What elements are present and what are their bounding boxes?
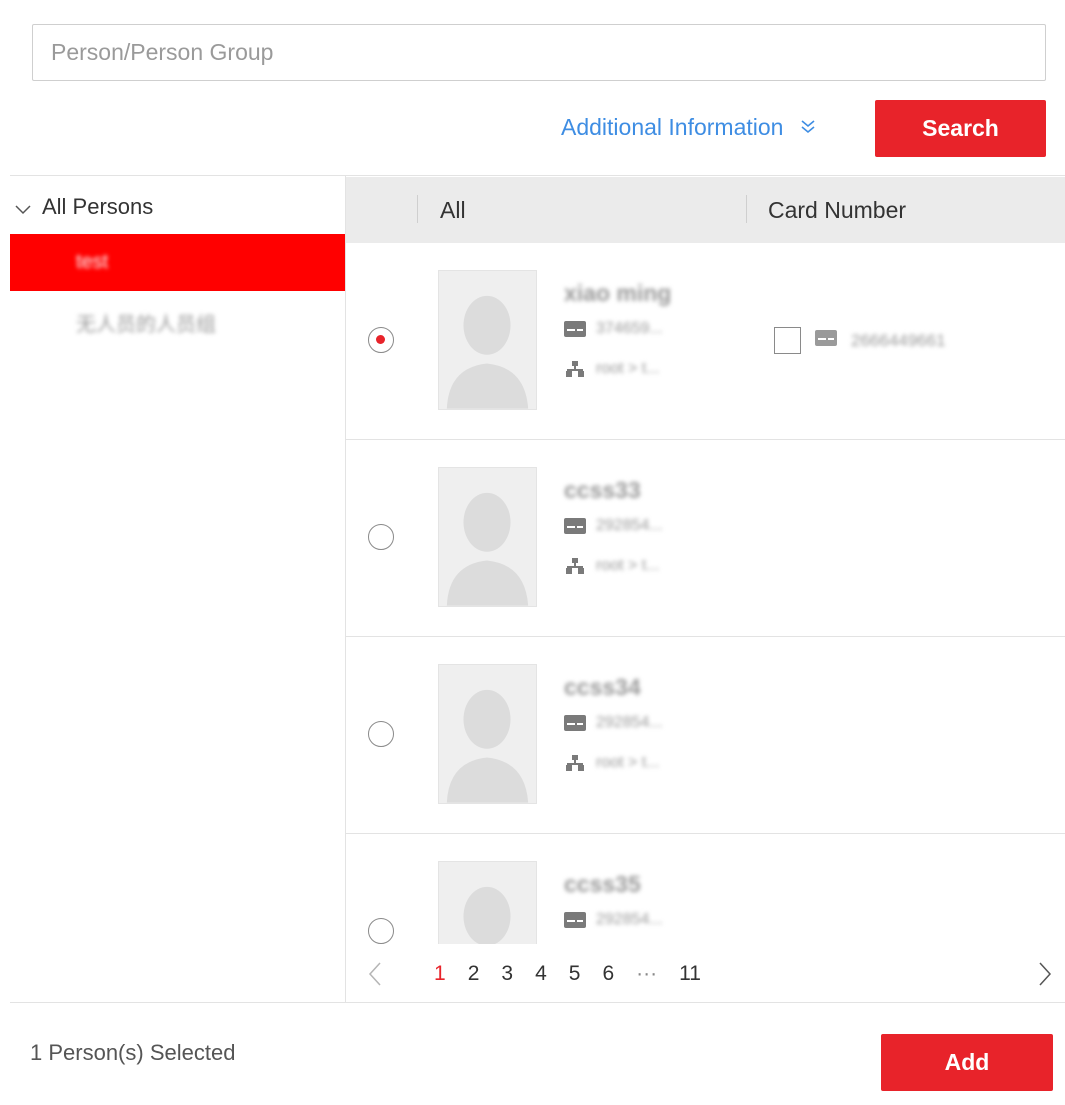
tree-item-test[interactable]: test	[10, 234, 345, 291]
person-id: 292854...	[596, 911, 663, 928]
id-card-icon	[564, 912, 586, 928]
page-5[interactable]: 5	[569, 962, 581, 986]
organization-icon	[564, 755, 586, 771]
page-4[interactable]: 4	[535, 962, 547, 986]
table-row[interactable]: xiao ming 374659... root > t... 26664496…	[346, 243, 1065, 440]
table-row[interactable]: ccss34 292854... root > t...	[346, 637, 1065, 834]
avatar	[438, 467, 537, 607]
card-icon	[815, 330, 837, 351]
person-name: xiao ming	[564, 280, 672, 306]
page-11[interactable]: 11	[679, 962, 701, 986]
additional-information-label: Additional Information	[561, 113, 784, 140]
row-radio[interactable]	[368, 721, 394, 747]
person-org-path: root > t...	[596, 360, 660, 377]
person-name: ccss34	[564, 674, 641, 700]
tree-item-label: 无人员的人员组	[76, 314, 216, 336]
page-3[interactable]: 3	[501, 962, 513, 986]
person-id: 292854...	[596, 517, 663, 534]
id-card-icon	[564, 321, 586, 337]
table-header: All Card Number	[346, 177, 1065, 243]
person-list[interactable]: xiao ming 374659... root > t... 26664496…	[346, 243, 1065, 944]
row-radio[interactable]	[368, 524, 394, 550]
person-id: 374659...	[596, 320, 663, 337]
prev-page-arrow-icon[interactable]	[368, 961, 382, 987]
person-id-line: 292854...	[564, 517, 663, 535]
person-org-path: root > t...	[596, 754, 660, 771]
page-list: 1 2 3 4 5 6 ··· 11	[434, 962, 701, 986]
tree-root-label: All Persons	[42, 194, 154, 219]
next-page-arrow-icon[interactable]	[1038, 961, 1052, 987]
footer-divider	[10, 1002, 1065, 1003]
organization-icon	[564, 558, 586, 574]
tree-root-all-persons[interactable]: All Persons	[14, 190, 153, 224]
avatar	[438, 664, 537, 804]
tree-item-group-without-persons[interactable]: 无人员的人员组	[10, 294, 345, 351]
table-row[interactable]: ccss35 292854...	[346, 834, 1065, 944]
person-id: 292854...	[596, 714, 663, 731]
person-id-line: 374659...	[564, 320, 663, 338]
card-number: 2666449661	[851, 330, 946, 350]
page-1[interactable]: 1	[434, 962, 446, 986]
pagination: 1 2 3 4 5 6 ··· 11	[346, 945, 1065, 1002]
column-header-card-number[interactable]: Card Number	[768, 177, 906, 243]
double-chevron-down-icon	[797, 116, 819, 138]
card-number-cell: 2666449661	[774, 327, 946, 354]
person-search-box[interactable]	[32, 24, 1046, 81]
page-ellipsis[interactable]: ···	[636, 962, 657, 986]
search-button[interactable]: Search	[875, 100, 1046, 157]
column-separator	[417, 195, 418, 223]
organization-icon	[564, 361, 586, 377]
page-6[interactable]: 6	[602, 962, 614, 986]
id-card-icon	[564, 518, 586, 534]
row-radio[interactable]	[368, 918, 394, 944]
person-org-path: root > t...	[596, 557, 660, 574]
person-org-line: root > t...	[564, 557, 660, 575]
additional-information-toggle[interactable]: Additional Information	[561, 110, 819, 144]
selected-count-text: 1 Person(s) Selected	[30, 1040, 236, 1065]
add-button[interactable]: Add	[881, 1034, 1053, 1091]
id-card-icon	[564, 715, 586, 731]
page-2[interactable]: 2	[468, 962, 480, 986]
tree-item-label: test	[76, 251, 109, 273]
avatar	[438, 270, 537, 410]
card-checkbox[interactable]	[774, 327, 801, 354]
person-search-input[interactable]	[33, 25, 1045, 80]
person-name: ccss35	[564, 871, 641, 897]
person-id-line: 292854...	[564, 714, 663, 732]
column-header-all[interactable]: All	[440, 177, 466, 243]
chevron-down-icon[interactable]	[14, 198, 32, 216]
person-org-line: root > t...	[564, 360, 660, 378]
person-name: ccss33	[564, 477, 641, 503]
row-radio[interactable]	[368, 327, 394, 353]
column-separator	[746, 195, 747, 223]
person-id-line: 292854...	[564, 911, 663, 929]
divider	[10, 175, 1065, 176]
table-row[interactable]: ccss33 292854... root > t...	[346, 440, 1065, 637]
person-org-line: root > t...	[564, 754, 660, 772]
avatar	[438, 861, 537, 944]
